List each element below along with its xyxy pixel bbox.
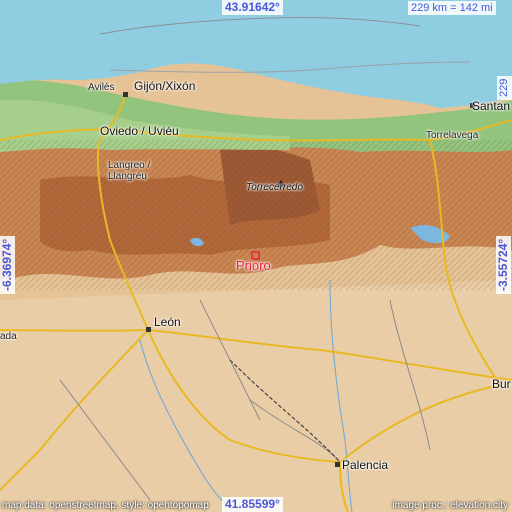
place-label-aviles: Avilés	[88, 82, 115, 93]
target-label-prioro: Prioro	[236, 258, 271, 273]
map-view[interactable]: Gijón/Xixón Avilés Oviedo / Uviéu Langre…	[0, 0, 512, 512]
place-label-palencia: Palencia	[342, 458, 389, 472]
place-label-gijon: Gijón/Xixón	[134, 79, 196, 93]
coord-bottom: 41.85599°	[222, 497, 283, 512]
terrain-map	[0, 0, 512, 512]
place-label-burgos: Bur	[492, 377, 511, 391]
scale-vertical: 229 km = 142 mi	[497, 75, 512, 100]
place-label-oviedo: Oviedo / Uviéu	[100, 124, 179, 138]
peak-label-torrecerredo: Torrecerredo	[246, 182, 303, 193]
place-label-santander: Santan	[472, 99, 511, 113]
place-label-leon: León	[154, 315, 181, 329]
attribution-right: image proc.: elevation.city	[392, 500, 508, 511]
coord-right: -3.55724°	[496, 235, 511, 294]
scale-horizontal: 229 km = 142 mi	[408, 1, 496, 15]
attribution-left: map data: openstreetmap, style: opentopo…	[2, 500, 209, 511]
place-label-torrelavega: Torrelavega	[426, 130, 479, 141]
place-label-left-cut: ada	[0, 331, 17, 342]
coord-top: 43.91642°	[222, 0, 283, 15]
place-label-langreo: Langreo / Llangréu	[108, 160, 151, 182]
coord-left: -6.36974°	[0, 235, 15, 294]
